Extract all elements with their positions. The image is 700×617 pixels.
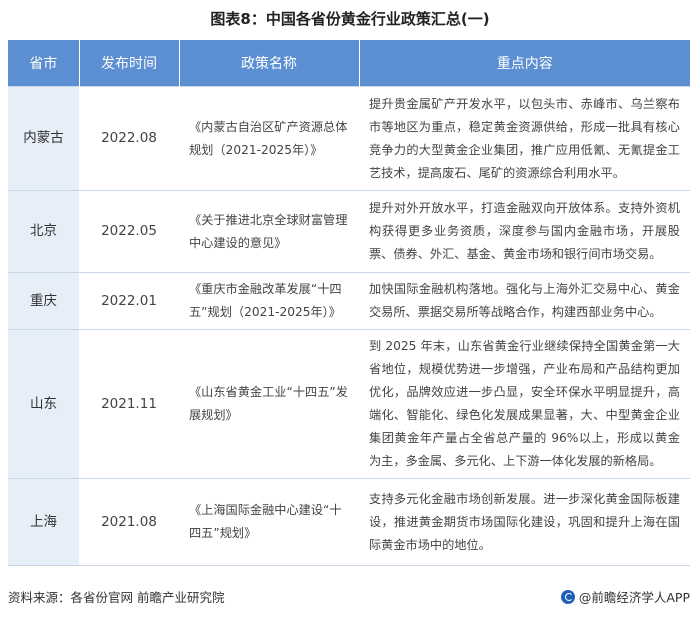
- header-date: 发布时间: [78, 40, 179, 87]
- date-cell: 2022.01: [79, 272, 179, 330]
- header-policy: 政策名称: [178, 40, 359, 87]
- table-row: 重庆 2022.01 《重庆市金融改革发展“十四五”规划（2021-2025年）…: [8, 272, 690, 330]
- date-cell: 2022.08: [79, 86, 179, 191]
- policy-cell: 《上海国际金融中心建设“十四五”规划》: [179, 478, 359, 566]
- figure-title: 图表8：中国各省份黄金行业政策汇总(一): [210, 10, 490, 28]
- province-cell: 上海: [8, 478, 79, 566]
- header-province: 省市: [8, 40, 79, 87]
- table-row: 上海 2021.08 《上海国际金融中心建设“十四五”规划》 支持多元化金融市场…: [8, 478, 690, 566]
- province-cell: 内蒙古: [8, 86, 79, 191]
- footer: 资料来源：各省份官网 前瞻产业研究院 @前瞻经济学人APP: [8, 587, 690, 607]
- date-cell: 2021.11: [79, 329, 179, 479]
- province-cell: 北京: [8, 190, 79, 273]
- date-cell: 2021.08: [79, 478, 179, 566]
- content-cell: 支持多元化金融市场创新发展。进一步深化黄金国际板建设，推进黄金期货市场国际化建设…: [359, 478, 690, 566]
- content-cell: 提升对外开放水平，打造金融双向开放体系。支持外资机构获得更多业务资质，深度参与国…: [359, 190, 690, 273]
- content-cell: 提升贵金属矿产开发水平，以包头市、赤峰市、乌兰察布市等地区为重点，稳定黄金资源供…: [359, 86, 690, 191]
- header-content: 重点内容: [358, 40, 690, 87]
- table-row: 北京 2022.05 《关于推进北京全球财富管理中心建设的意见》 提升对外开放水…: [8, 190, 690, 273]
- table-row: 山东 2021.11 《山东省黄金工业“十四五”发展规划》 到 2025 年末，…: [8, 329, 690, 479]
- brand-label: @前瞻经济学人APP: [578, 590, 690, 605]
- province-cell: 重庆: [8, 272, 79, 330]
- policy-cell: 《重庆市金融改革发展“十四五”规划（2021-2025年）》: [179, 272, 359, 330]
- brand-logo-icon: [560, 589, 575, 604]
- brand-credit: @前瞻经济学人APP: [560, 587, 690, 606]
- date-cell: 2022.05: [79, 190, 179, 273]
- policy-cell: 《关于推进北京全球财富管理中心建设的意见》: [179, 190, 359, 273]
- content-cell: 加快国际金融机构落地。强化与上海外汇交易中心、黄金交易所、票据交易所等战略合作，…: [359, 272, 690, 330]
- policy-table: 省市 发布时间 政策名称 重点内容 内蒙古 2022.08 《内蒙古自治区矿产资…: [8, 40, 690, 566]
- source-note: 资料来源：各省份官网 前瞻产业研究院: [8, 590, 225, 605]
- content-cell: 到 2025 年末，山东省黄金行业继续保持全国黄金第一大省地位，规模优势进一步增…: [359, 329, 690, 479]
- policy-cell: 《山东省黄金工业“十四五”发展规划》: [179, 329, 359, 479]
- table-header-row: 省市 发布时间 政策名称 重点内容: [8, 40, 690, 87]
- province-cell: 山东: [8, 329, 79, 479]
- policy-cell: 《内蒙古自治区矿产资源总体规划（2021-2025年）》: [179, 86, 359, 191]
- table-row: 内蒙古 2022.08 《内蒙古自治区矿产资源总体规划（2021-2025年）》…: [8, 86, 690, 191]
